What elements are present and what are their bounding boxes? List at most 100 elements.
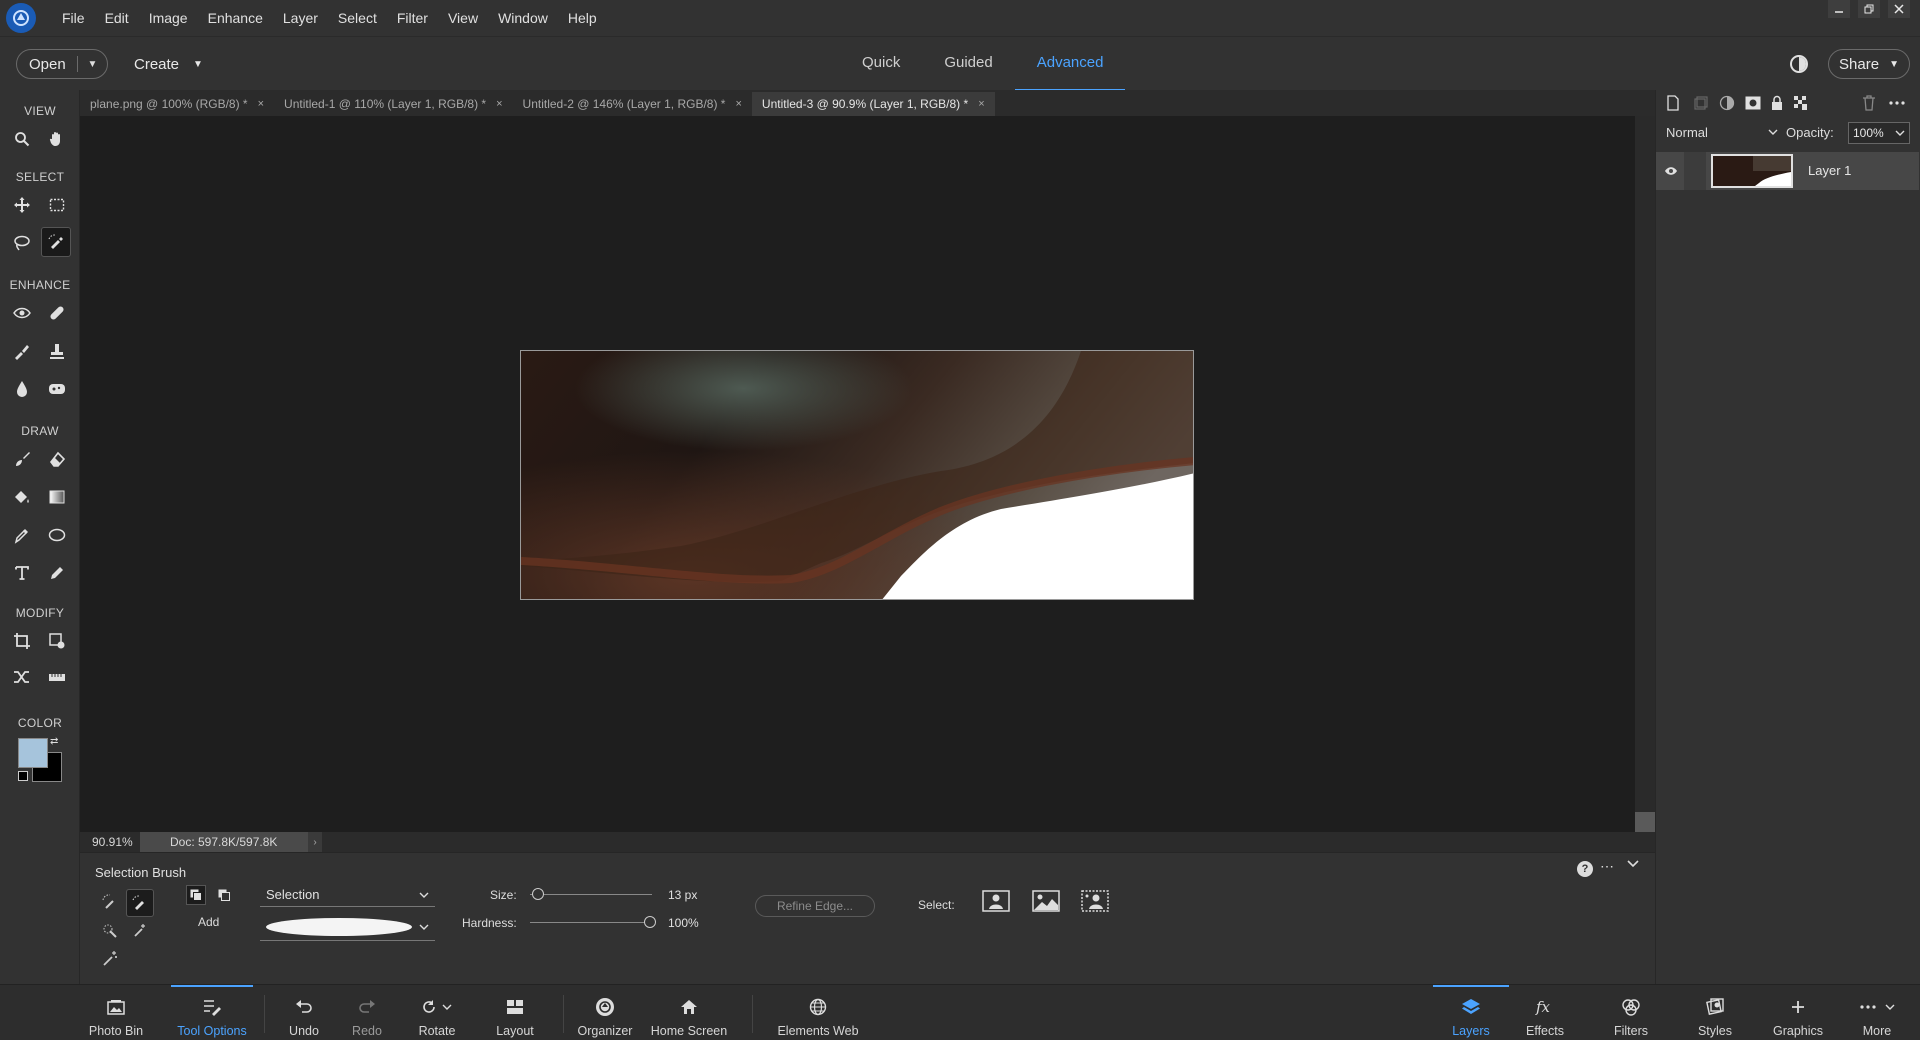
open-button[interactable]: Open ▼ — [16, 49, 108, 79]
layout-button[interactable]: Layout — [492, 985, 538, 1040]
zoom-tool-icon[interactable] — [7, 124, 37, 154]
close-window-button[interactable] — [1888, 0, 1910, 18]
create-button[interactable]: Create ▼ — [134, 49, 203, 79]
select-sky-icon[interactable] — [1030, 887, 1062, 915]
smart-brush-icon[interactable] — [7, 336, 37, 366]
menu-help[interactable]: Help — [558, 0, 607, 36]
layer-name[interactable]: Layer 1 — [1808, 163, 1851, 178]
layer-row[interactable]: Layer 1 — [1656, 152, 1919, 190]
blend-mode-select[interactable]: Normal — [1664, 122, 1780, 142]
vertical-scrollbar[interactable] — [1635, 116, 1655, 832]
recompose-tool-icon[interactable] — [42, 626, 72, 656]
more-button[interactable]: More — [1852, 985, 1902, 1040]
hardness-value[interactable]: 100% — [668, 916, 699, 930]
redo-button[interactable]: Redo — [347, 985, 387, 1040]
swap-colors-icon[interactable]: ⇄ — [50, 736, 58, 747]
close-tab-icon[interactable]: × — [735, 98, 741, 110]
size-value[interactable]: 13 px — [668, 888, 697, 902]
menu-window[interactable]: Window — [488, 0, 558, 36]
lasso-tool-icon[interactable] — [7, 228, 37, 258]
magic-wand-icon[interactable] — [96, 945, 124, 973]
spot-healing-icon[interactable] — [42, 298, 72, 328]
doc-tab-plane[interactable]: plane.png @ 100% (RGB/8) * × — [80, 92, 274, 116]
effects-button[interactable]: fx Effects — [1520, 985, 1570, 1040]
select-background-icon[interactable] — [1080, 887, 1112, 915]
tab-quick[interactable]: Quick — [840, 37, 922, 91]
subtract-selection-icon[interactable] — [214, 885, 234, 905]
document-image[interactable] — [520, 350, 1194, 600]
layer-mask-icon[interactable] — [1744, 94, 1762, 112]
restore-button[interactable] — [1858, 0, 1880, 18]
menu-edit[interactable]: Edit — [95, 0, 139, 36]
canvas-area[interactable] — [80, 116, 1635, 832]
graphics-button[interactable]: Graphics — [1768, 985, 1828, 1040]
layers-button[interactable]: Layers — [1433, 985, 1509, 1040]
menu-enhance[interactable]: Enhance — [198, 0, 273, 36]
close-tab-icon[interactable]: × — [496, 98, 502, 110]
magic-wand-option-icon[interactable] — [96, 917, 124, 945]
selection-brush-tool-icon[interactable] — [41, 227, 71, 257]
doc-tab-untitled-1[interactable]: Untitled-1 @ 110% (Layer 1, RGB/8) * × — [274, 92, 512, 116]
size-slider-thumb[interactable] — [532, 888, 544, 900]
type-tool-icon[interactable] — [7, 558, 37, 588]
brush-mode-select[interactable]: Selection — [260, 883, 435, 907]
selection-brush-option-icon[interactable] — [126, 889, 154, 917]
zoom-readout[interactable]: 90.91% — [80, 835, 140, 849]
refine-edge-button[interactable]: Refine Edge... — [755, 895, 875, 917]
adjustment-layer-icon[interactable] — [1718, 94, 1736, 112]
share-button[interactable]: Share ▼ — [1828, 49, 1910, 79]
lock-icon[interactable] — [1768, 94, 1786, 112]
foreground-color-swatch[interactable] — [18, 738, 48, 768]
doc-tab-untitled-3[interactable]: Untitled-3 @ 90.9% (Layer 1, RGB/8) * × — [751, 92, 995, 116]
marquee-tool-icon[interactable] — [42, 190, 72, 220]
paint-bucket-icon[interactable] — [7, 482, 37, 512]
new-group-icon[interactable] — [1692, 94, 1710, 112]
tab-guided[interactable]: Guided — [922, 37, 1014, 91]
help-icon[interactable]: ? — [1577, 861, 1593, 877]
red-eye-tool-icon[interactable] — [7, 298, 37, 328]
move-tool-icon[interactable] — [7, 190, 37, 220]
eye-icon[interactable] — [1662, 162, 1680, 180]
theme-toggle-icon[interactable] — [1790, 55, 1808, 73]
chevron-down-icon[interactable] — [1895, 130, 1905, 136]
panel-more-icon[interactable] — [1888, 94, 1906, 112]
organizer-button[interactable]: Organizer — [574, 985, 636, 1040]
delete-layer-icon[interactable] — [1860, 94, 1878, 112]
menu-view[interactable]: View — [438, 0, 488, 36]
rotate-button[interactable]: Rotate — [414, 985, 460, 1040]
close-tab-icon[interactable]: × — [978, 98, 984, 110]
tab-advanced[interactable]: Advanced — [1014, 37, 1126, 91]
gradient-tool-icon[interactable] — [42, 482, 72, 512]
layer-link-cell[interactable] — [1684, 152, 1706, 190]
brush-tool-icon[interactable] — [7, 444, 37, 474]
hand-tool-icon[interactable] — [42, 124, 72, 154]
sponge-tool-icon[interactable] — [42, 374, 72, 404]
app-logo-icon[interactable] — [6, 3, 36, 33]
hardness-slider-track[interactable] — [530, 922, 652, 923]
hardness-slider-thumb[interactable] — [644, 916, 656, 928]
styles-button[interactable]: Styles — [1690, 985, 1740, 1040]
lock-transparent-icon[interactable] — [1792, 94, 1810, 112]
eyedropper-icon[interactable] — [7, 520, 37, 550]
status-menu-arrow-icon[interactable]: › — [308, 832, 322, 852]
eraser-tool-icon[interactable] — [42, 444, 72, 474]
auto-selection-icon[interactable] — [126, 917, 154, 945]
close-tab-icon[interactable]: × — [258, 98, 264, 110]
tool-options-button[interactable]: Tool Options — [171, 985, 253, 1040]
menu-filter[interactable]: Filter — [387, 0, 438, 36]
menu-file[interactable]: File — [52, 0, 95, 36]
opacity-field[interactable]: 100% — [1848, 122, 1910, 144]
menu-layer[interactable]: Layer — [273, 0, 328, 36]
layer-thumbnail[interactable] — [1711, 154, 1793, 188]
undo-button[interactable]: Undo — [284, 985, 324, 1040]
blur-tool-icon[interactable] — [7, 374, 37, 404]
photo-bin-button[interactable]: Photo Bin — [86, 985, 146, 1040]
scrollbar-thumb[interactable] — [1635, 812, 1655, 832]
new-layer-icon[interactable] — [1664, 94, 1682, 112]
brush-preset-picker[interactable] — [260, 913, 435, 941]
more-options-icon[interactable]: ⋯ — [1600, 858, 1615, 875]
default-colors-icon[interactable] — [18, 771, 28, 781]
content-aware-move-icon[interactable] — [7, 662, 37, 692]
menu-image[interactable]: Image — [139, 0, 198, 36]
new-selection-icon[interactable] — [186, 885, 206, 905]
